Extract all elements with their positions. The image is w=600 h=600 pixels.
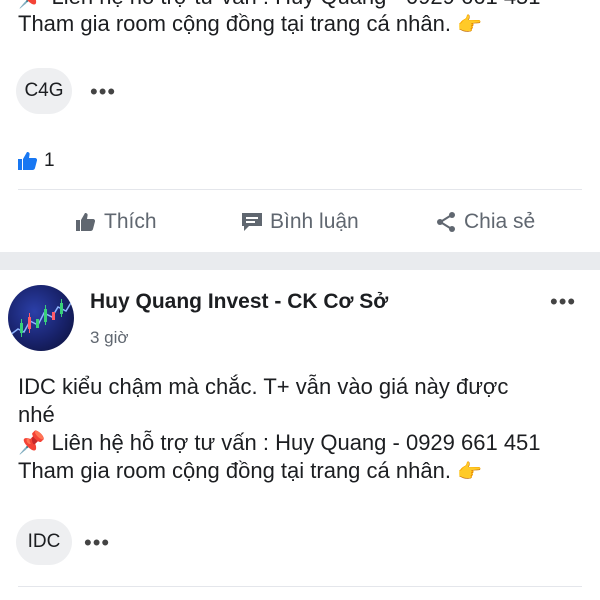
post-text-line: nhé	[18, 402, 55, 427]
like-count: 1	[44, 150, 55, 171]
comment-icon	[240, 211, 264, 233]
divider	[18, 586, 582, 587]
facebook-feed: 📌 Liên hệ hỗ trợ tư vấn : Huy Quang - 09…	[0, 0, 600, 600]
post-text: Tham gia room cộng đồng tại trang cá nhâ…	[18, 458, 451, 483]
like-label: Thích	[104, 210, 157, 233]
hashtag-pill[interactable]: C4G	[16, 68, 72, 114]
post-timestamp[interactable]: 3 giờ	[90, 328, 129, 348]
share-label: Chia sẻ	[464, 210, 536, 233]
more-options-icon[interactable]: •••	[84, 532, 110, 554]
post-action-bar: Thích Bình luận Chia sẻ	[0, 200, 600, 244]
comment-button[interactable]: Bình luận	[240, 200, 359, 244]
author-avatar[interactable]	[8, 285, 74, 351]
post-text: Tham gia room cộng đồng tại trang cá nhâ…	[18, 11, 451, 36]
more-options-icon[interactable]: •••	[550, 291, 576, 313]
comment-label: Bình luận	[270, 210, 359, 233]
post-text-line: Tham gia room cộng đồng tại trang cá nhâ…	[18, 10, 482, 39]
more-options-icon[interactable]: •••	[90, 81, 116, 103]
author-name[interactable]: Huy Quang Invest - CK Cơ Sở	[90, 290, 388, 314]
pointing-hand-icon: 👉	[457, 461, 482, 483]
divider	[18, 189, 582, 190]
post-text-line: Tham gia room cộng đồng tại trang cá nhâ…	[18, 457, 482, 486]
share-icon	[434, 210, 458, 234]
like-button[interactable]: Thích	[74, 200, 157, 244]
pointing-hand-icon: 👉	[457, 14, 482, 36]
share-button[interactable]: Chia sẻ	[434, 200, 535, 244]
post-text-line: 📌 Liên hệ hỗ trợ tư vấn : Huy Quang - 09…	[18, 0, 541, 10]
post-text-line: IDC kiểu chậm mà chắc. T+ vẫn vào giá nà…	[18, 374, 509, 399]
thumbs-up-icon	[74, 211, 98, 233]
like-reaction-icon	[16, 150, 38, 172]
feed-separator	[0, 252, 600, 270]
candlestick-chart-avatar-icon	[9, 299, 73, 337]
post-text-line: 📌 Liên hệ hỗ trợ tư vấn : Huy Quang - 09…	[18, 430, 541, 455]
reactions-summary[interactable]: 1	[16, 148, 55, 174]
hashtag-pill[interactable]: IDC	[16, 519, 72, 565]
